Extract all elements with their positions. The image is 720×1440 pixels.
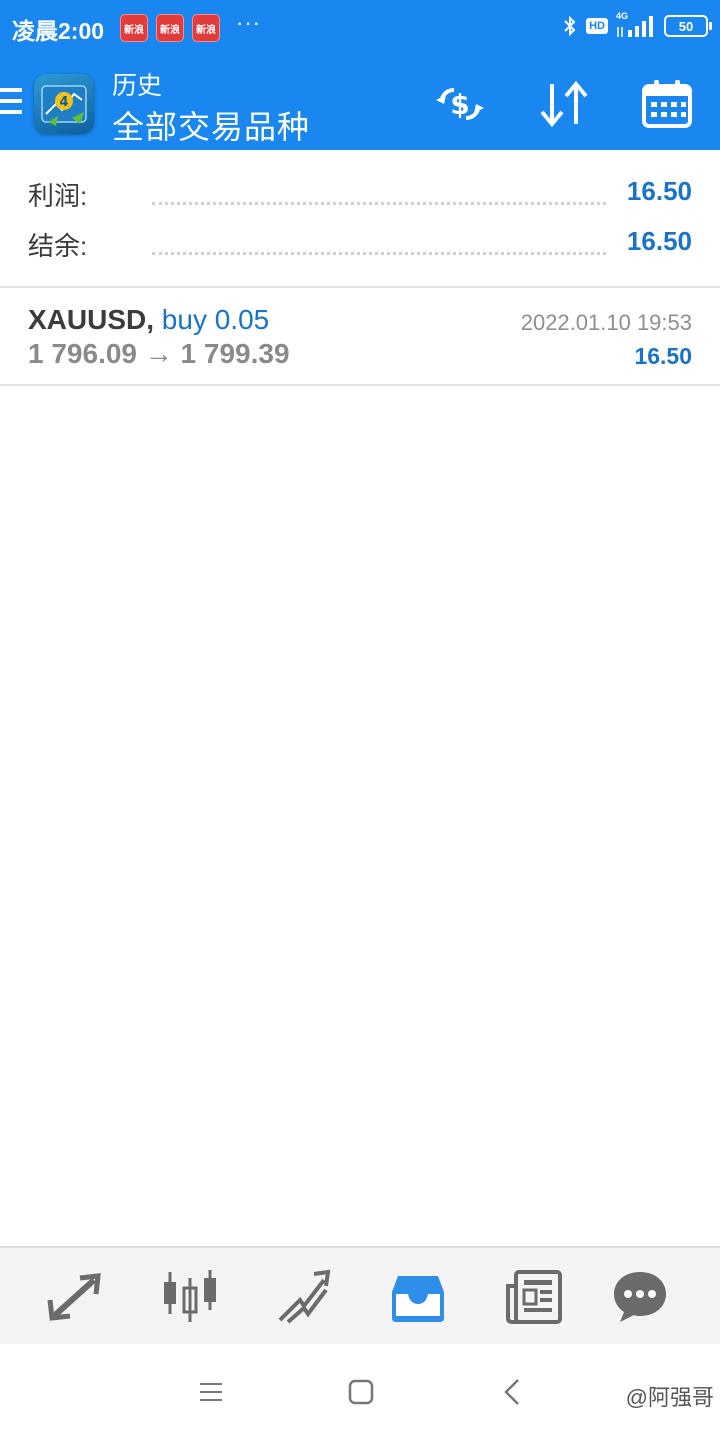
svg-text:$: $ — [450, 88, 469, 121]
symbol-filter[interactable]: 全部交易品种 — [112, 102, 310, 148]
deal-symbol-line: XAUUSD, buy 0.05 — [28, 304, 269, 336]
history-icon[interactable] — [388, 1268, 448, 1326]
dotted-leader — [152, 252, 606, 255]
status-bar: 凌晨2:00 新浪 新浪 新浪 ··· HD 4G 50 — [0, 0, 720, 56]
history-summary: 利润: 16.50 结余: 16.50 — [0, 150, 720, 288]
bottom-tab-bar — [0, 1246, 720, 1346]
sort-icon[interactable] — [536, 78, 592, 130]
trade-icon[interactable] — [274, 1268, 334, 1326]
deal-symbol: XAUUSD, — [28, 304, 155, 335]
metatrader-logo: 4 — [34, 74, 94, 134]
hd-indicator: HD — [586, 18, 608, 34]
quotes-icon[interactable] — [44, 1268, 104, 1326]
deal-prices: 1 796.09 → 1 799.39 — [28, 338, 290, 369]
recent-apps-icon[interactable] — [196, 1376, 226, 1408]
profit-label: 利润: — [28, 181, 88, 211]
menu-button[interactable] — [0, 88, 22, 120]
deposit-withdrawal-icon[interactable]: $ — [432, 78, 488, 130]
deal-row[interactable]: XAUUSD, buy 0.05 1 796.09 → 1 799.39 202… — [0, 288, 720, 386]
system-navigation-bar: @阿强哥 — [0, 1344, 720, 1440]
chat-icon[interactable] — [610, 1268, 670, 1326]
watermark: @阿强哥 — [625, 1385, 714, 1410]
news-icon[interactable] — [504, 1268, 564, 1326]
profit-row: 利润: 16.50 — [28, 176, 692, 216]
clock: 凌晨2:00 — [12, 18, 105, 44]
app-bar: 4 历史 全部交易品种 $ — [0, 56, 720, 150]
deal-time: 2022.01.10 19:53 — [520, 310, 692, 335]
balance-row: 结余: 16.50 — [28, 226, 692, 266]
notification-badge: 新浪 — [192, 14, 220, 42]
dotted-leader — [152, 202, 606, 205]
deal-type: buy 0.05 — [161, 304, 270, 335]
home-icon[interactable] — [346, 1376, 376, 1408]
chart-icon[interactable] — [160, 1268, 220, 1326]
more-notifications: ··· — [236, 10, 261, 35]
bluetooth-icon — [564, 15, 576, 37]
notification-badge: 新浪 — [120, 14, 148, 42]
balance-value: 16.50 — [626, 226, 692, 256]
page-title: 历史 — [112, 72, 163, 100]
notification-badge: 新浪 — [156, 14, 184, 42]
balance-label: 结余: — [28, 231, 88, 261]
signal-icon: 4G — [616, 11, 656, 39]
svg-text:4: 4 — [59, 95, 68, 110]
back-icon[interactable] — [498, 1376, 528, 1408]
calendar-icon[interactable] — [640, 78, 696, 130]
battery-indicator: 50 — [664, 15, 712, 37]
deal-profit: 16.50 — [634, 343, 692, 369]
profit-value: 16.50 — [626, 176, 692, 206]
